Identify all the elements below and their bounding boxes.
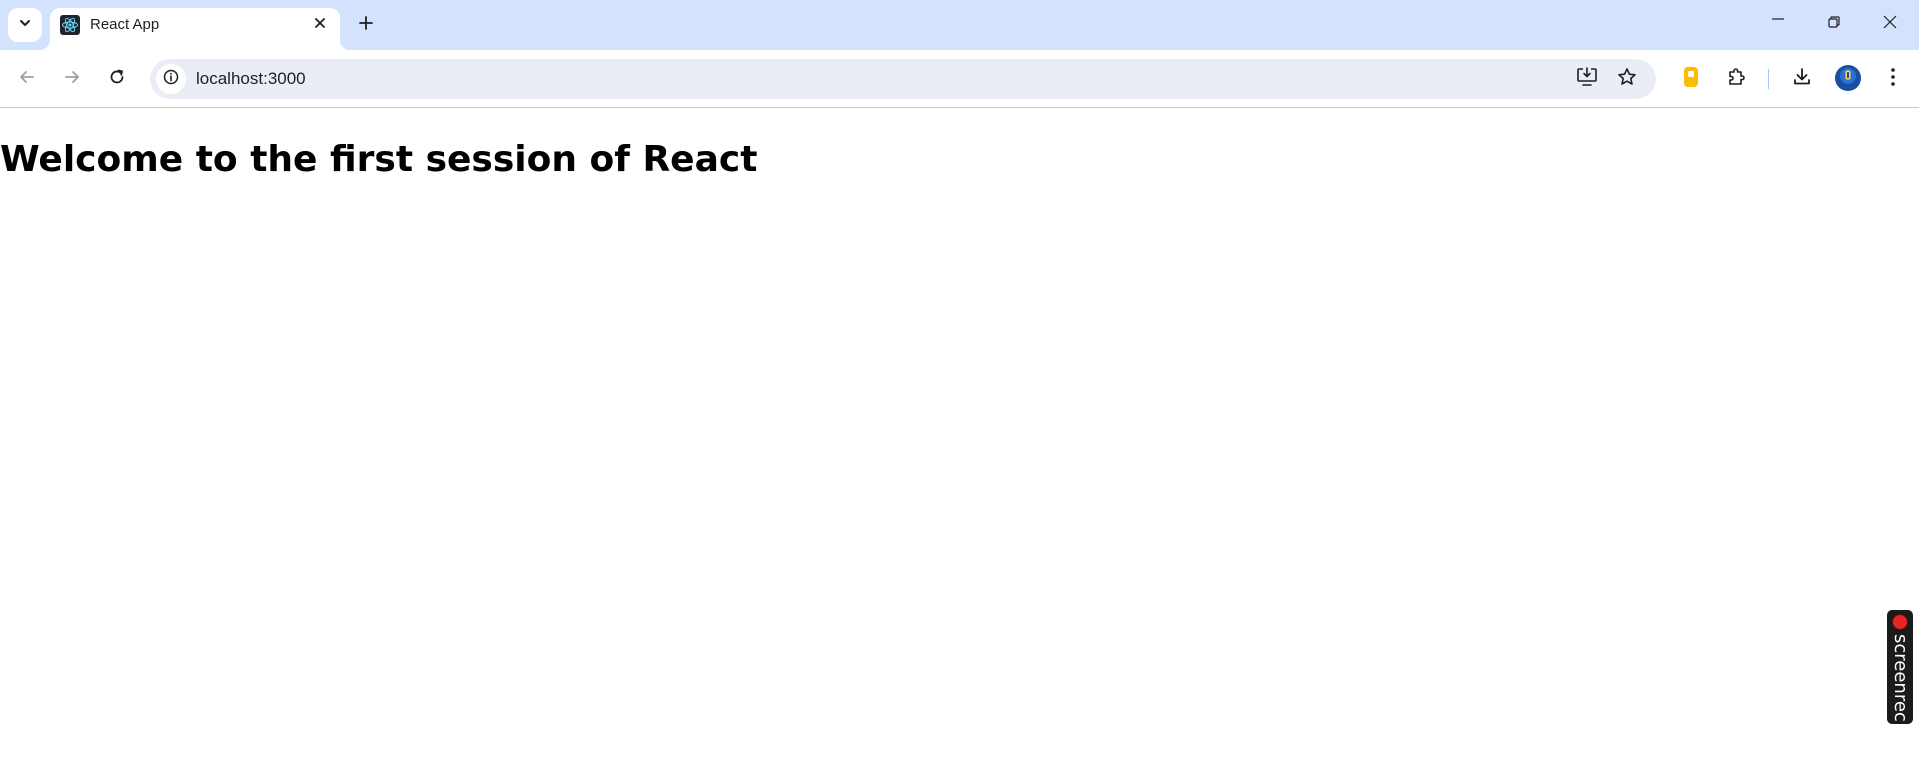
profile-avatar[interactable]	[1835, 65, 1861, 91]
download-icon	[1792, 67, 1812, 92]
plus-icon	[358, 15, 374, 36]
address-bar[interactable]: localhost:3000	[150, 59, 1656, 99]
bookmark-button[interactable]	[1612, 64, 1642, 94]
chevron-down-icon	[18, 16, 32, 35]
browser-window: React App localhost:3000 Welcome to the …	[0, 0, 1919, 766]
close-window-button[interactable]	[1862, 0, 1918, 48]
react-logo-icon	[60, 15, 80, 35]
downloads-button[interactable]	[1787, 64, 1817, 94]
install-app-icon	[1576, 66, 1598, 92]
info-icon	[163, 69, 179, 90]
browser-toolbar: localhost:3000	[0, 50, 1919, 108]
minimize-icon	[1771, 15, 1785, 34]
site-info-button[interactable]	[156, 64, 186, 94]
record-dot-icon	[1893, 615, 1907, 629]
puzzle-icon	[1726, 67, 1746, 92]
arrow-right-icon	[63, 68, 81, 91]
page-content: Welcome to the first session of React sc…	[0, 108, 1919, 766]
screenrec-widget[interactable]: screenrec	[1887, 610, 1913, 724]
page-heading: Welcome to the first session of React	[0, 139, 758, 180]
minimize-button[interactable]	[1750, 0, 1806, 48]
extensions-button[interactable]	[1721, 64, 1751, 94]
avatar-icon	[1839, 67, 1857, 90]
url-text[interactable]: localhost:3000	[196, 69, 306, 89]
tab-title: React App	[90, 16, 160, 33]
tab-search-button[interactable]	[8, 8, 42, 42]
install-app-button[interactable]	[1572, 64, 1602, 94]
arrow-left-icon	[18, 68, 36, 91]
tab-react-app[interactable]: React App	[50, 8, 340, 50]
reload-button[interactable]	[102, 64, 132, 94]
tab-close-button[interactable]	[310, 15, 330, 35]
close-icon	[1883, 15, 1897, 34]
star-icon	[1617, 67, 1637, 92]
forward-button[interactable]	[57, 64, 87, 94]
restore-icon	[1827, 15, 1841, 34]
restore-button[interactable]	[1806, 0, 1862, 48]
toolbar-divider	[1768, 69, 1769, 89]
new-tab-button[interactable]	[353, 12, 379, 38]
screenrec-label: screenrec	[1890, 634, 1911, 722]
kebab-menu-icon	[1890, 67, 1896, 92]
back-button[interactable]	[12, 64, 42, 94]
pinned-extension-button[interactable]	[1676, 64, 1706, 94]
tab-strip: React App	[0, 0, 1919, 50]
reload-icon	[108, 68, 126, 91]
browser-menu-button[interactable]	[1878, 64, 1908, 94]
close-icon	[313, 16, 327, 35]
extension-yellow-icon	[1682, 66, 1700, 93]
